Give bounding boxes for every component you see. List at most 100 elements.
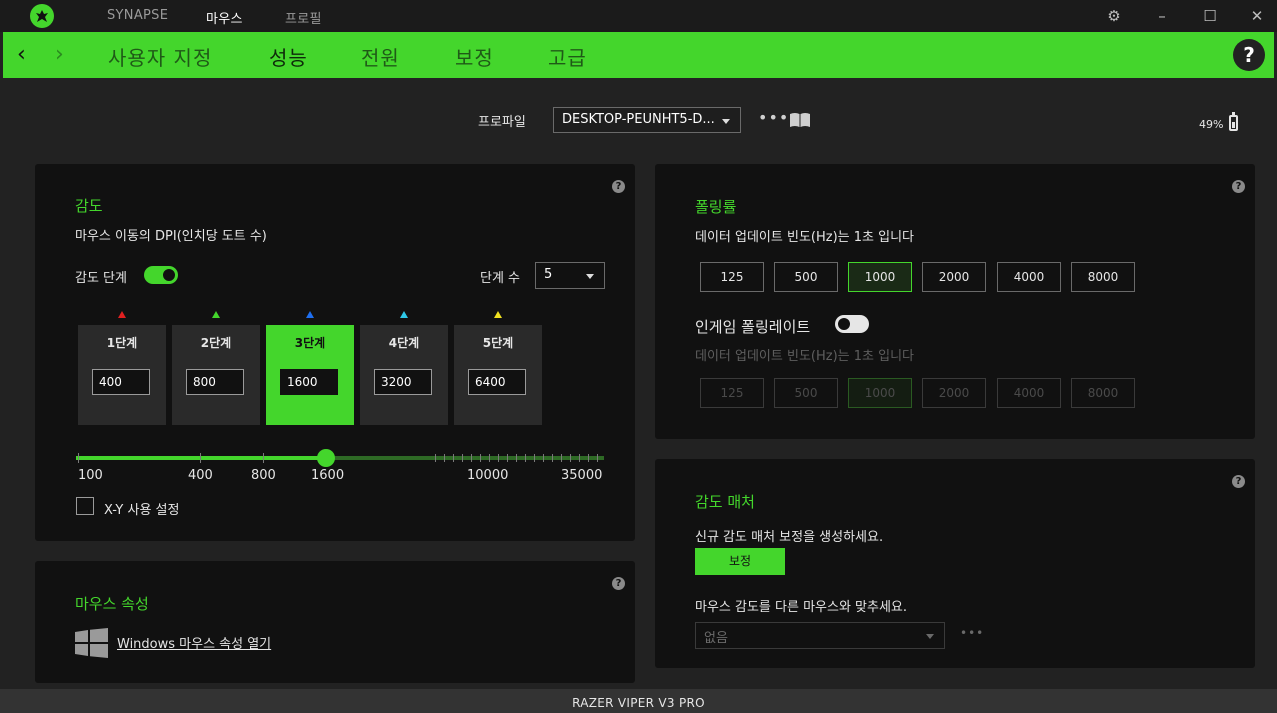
- book-icon[interactable]: [789, 112, 811, 128]
- ingame-rate-2000-button: 2000: [922, 378, 986, 408]
- more-dots-icon[interactable]: •••: [758, 108, 789, 127]
- slider-label-35000: 35000: [561, 468, 603, 483]
- chevron-down-icon: [586, 274, 594, 279]
- more-dots-icon[interactable]: •••: [960, 626, 984, 640]
- sensitivity-description: 마우스 이동의 DPI(인치당 도트 수): [75, 229, 267, 244]
- calibrate-button[interactable]: 보정: [695, 548, 785, 575]
- slider-tick: [498, 454, 499, 462]
- stage-3-input[interactable]: 1600: [280, 369, 338, 395]
- tab-performance[interactable]: 성능: [269, 42, 308, 71]
- stage-3-marker: [306, 311, 314, 318]
- tab-synapse[interactable]: SYNAPSE: [107, 8, 168, 23]
- stage-4-label: 4단계: [388, 336, 420, 350]
- match-mouse-value: 없음: [704, 631, 728, 646]
- stage-2-input[interactable]: 800: [186, 369, 244, 395]
- stage-5-card[interactable]: 5단계 6400: [454, 325, 542, 425]
- rate-1000-button[interactable]: 1000: [848, 262, 912, 292]
- slider-tick: [543, 454, 544, 462]
- battery-level: 49%: [1199, 118, 1224, 131]
- stage-2-label: 2단계: [200, 336, 232, 350]
- xy-checkbox[interactable]: [76, 497, 94, 515]
- slider-label-400: 400: [188, 468, 213, 483]
- slider-tick: [435, 454, 436, 462]
- slider-tick: [588, 454, 589, 462]
- stage-count-label: 단계 수: [480, 271, 521, 286]
- gear-icon[interactable]: ⚙: [1104, 6, 1124, 26]
- match-label: 마우스 감도를 다른 마우스와 맞추세요.: [695, 600, 908, 615]
- stage-5-input[interactable]: 6400: [468, 369, 526, 395]
- slider-tick: [471, 454, 472, 462]
- minimize-icon[interactable]: –: [1152, 6, 1172, 26]
- slider-tick: [570, 454, 571, 462]
- slider-tick: [507, 454, 508, 462]
- windows-mouse-properties-link[interactable]: Windows 마우스 속성 열기: [117, 633, 271, 652]
- slider-tick: [516, 454, 517, 462]
- tab-profiles[interactable]: 프로필: [285, 8, 322, 27]
- rate-125-button[interactable]: 125: [700, 262, 764, 292]
- matcher-description: 신규 감도 매처 보정을 생성하세요.: [695, 530, 884, 545]
- stage-count-value: 5: [544, 267, 553, 282]
- help-icon[interactable]: ?: [1232, 475, 1245, 488]
- slider-tick: [200, 453, 201, 463]
- ingame-polling-toggle[interactable]: [835, 315, 869, 333]
- help-icon[interactable]: ?: [1233, 39, 1265, 71]
- stage-2-card[interactable]: 2단계 800: [172, 325, 260, 425]
- windows-icon: [75, 628, 108, 658]
- match-mouse-select[interactable]: 없음: [695, 622, 945, 649]
- slider-tick: [444, 454, 445, 462]
- slider-tick: [453, 454, 454, 462]
- stage-4-card[interactable]: 4단계 3200: [360, 325, 448, 425]
- tab-advanced[interactable]: 고급: [548, 42, 587, 71]
- tab-calibration[interactable]: 보정: [455, 42, 494, 71]
- slider-tick: [462, 454, 463, 462]
- stage-2-marker: [212, 311, 220, 318]
- ingame-polling-label: 인게임 폴링레이트: [695, 318, 811, 336]
- rate-500-button[interactable]: 500: [774, 262, 838, 292]
- slider-tick: [534, 454, 535, 462]
- tab-mouse[interactable]: 마우스: [206, 8, 243, 27]
- rate-4000-button[interactable]: 4000: [997, 262, 1061, 292]
- stage-4-input[interactable]: 3200: [374, 369, 432, 395]
- stage-1-marker: [118, 311, 126, 318]
- stage-1-card[interactable]: 1단계 400: [78, 325, 166, 425]
- chevron-down-icon: [926, 634, 934, 639]
- forward-arrow-icon[interactable]: ›: [55, 42, 64, 67]
- slider-tick: [525, 454, 526, 462]
- slider-tick: [489, 454, 490, 462]
- profile-select[interactable]: DESKTOP-PEUNHT5-D...: [553, 107, 741, 133]
- ingame-polling-description: 데이터 업데이트 빈도(Hz)는 1초 입니다: [695, 349, 914, 364]
- slider-tick: [552, 454, 553, 462]
- back-arrow-icon[interactable]: ‹: [17, 42, 26, 67]
- stages-toggle[interactable]: [144, 266, 178, 284]
- nav-bar: ‹ › 사용자 지정 성능 전원 보정 고급 ?: [3, 32, 1274, 78]
- polling-description: 데이터 업데이트 빈도(Hz)는 1초 입니다: [695, 230, 914, 245]
- stage-count-select[interactable]: 5: [535, 262, 605, 289]
- slider-tick: [263, 453, 264, 463]
- sensitivity-title: 감도: [75, 197, 103, 215]
- profile-value: DESKTOP-PEUNHT5-D...: [562, 112, 715, 127]
- xy-label: X-Y 사용 설정: [104, 503, 180, 518]
- stages-label: 감도 단계: [75, 271, 127, 286]
- slider-tick: [480, 454, 481, 462]
- ingame-rate-500-button: 500: [774, 378, 838, 408]
- help-icon[interactable]: ?: [612, 577, 625, 590]
- help-icon[interactable]: ?: [612, 180, 625, 193]
- title-bar: SYNAPSE 마우스 프로필 ⚙ – ☐ ✕: [0, 0, 1277, 32]
- help-icon[interactable]: ?: [1232, 180, 1245, 193]
- profile-label: 프로파일: [478, 115, 526, 130]
- ingame-rate-4000-button: 4000: [997, 378, 1061, 408]
- tab-customize[interactable]: 사용자 지정: [108, 42, 212, 71]
- rate-8000-button[interactable]: 8000: [1071, 262, 1135, 292]
- ingame-rate-1000-button: 1000: [848, 378, 912, 408]
- ingame-rate-125-button: 125: [700, 378, 764, 408]
- stage-3-card[interactable]: 3단계 1600: [266, 325, 354, 425]
- slider-label-10000: 10000: [467, 468, 509, 483]
- stage-1-input[interactable]: 400: [92, 369, 150, 395]
- ingame-rate-8000-button: 8000: [1071, 378, 1135, 408]
- close-icon[interactable]: ✕: [1247, 6, 1267, 26]
- dpi-slider-handle[interactable]: [317, 449, 335, 467]
- rate-2000-button[interactable]: 2000: [922, 262, 986, 292]
- maximize-icon[interactable]: ☐: [1200, 6, 1220, 26]
- mouse-properties-title: 마우스 속성: [75, 595, 149, 613]
- tab-power[interactable]: 전원: [361, 42, 400, 71]
